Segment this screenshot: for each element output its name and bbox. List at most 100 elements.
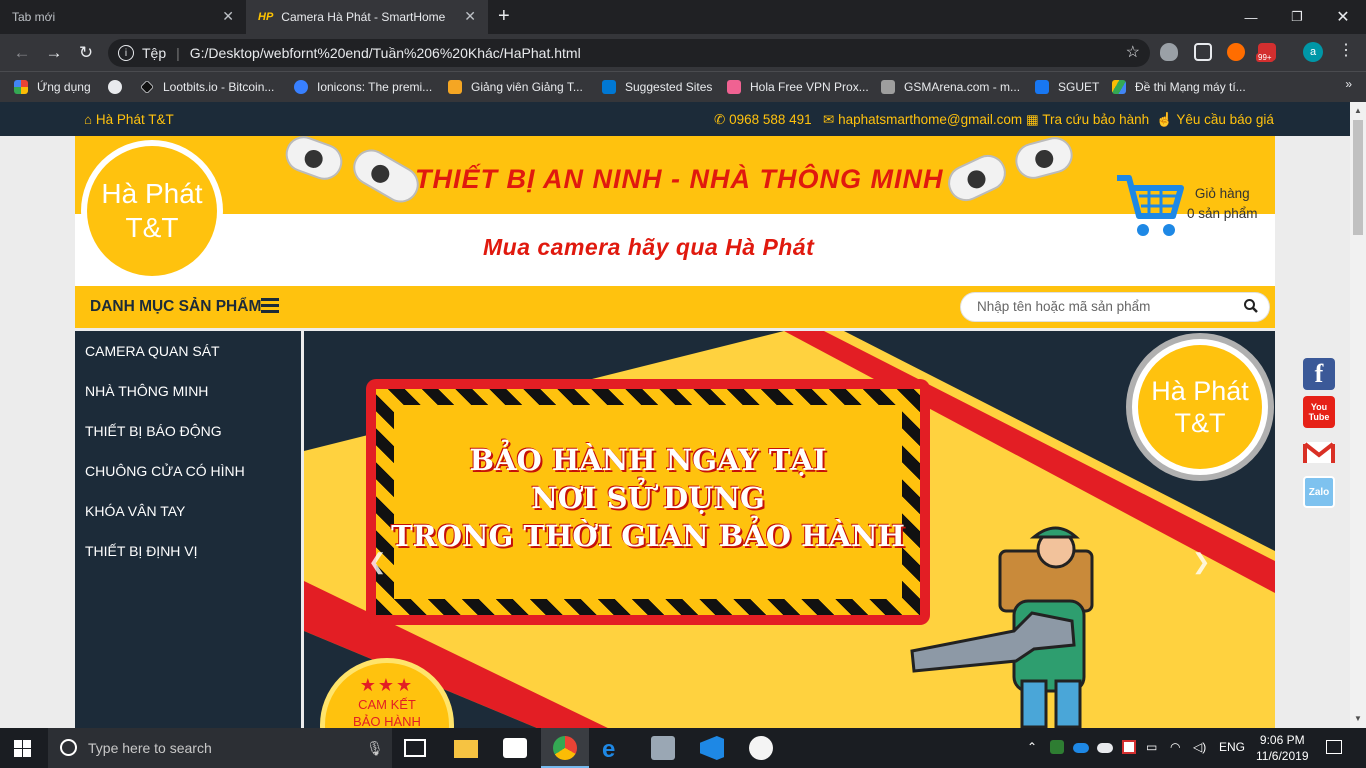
zalo-icon[interactable]: Zalo <box>1303 476 1335 508</box>
camera-extension-icon[interactable] <box>1194 43 1212 61</box>
windows-start-icon[interactable] <box>14 740 31 757</box>
shield-extension-icon[interactable] <box>1160 43 1178 61</box>
bookmark-gsmarena[interactable]: GSMArena.com - m... <box>881 76 1020 98</box>
forward-icon[interactable]: → <box>42 41 66 65</box>
slider-next-icon[interactable]: ❯ <box>1192 549 1210 575</box>
battery-icon[interactable]: ▭ <box>1146 740 1157 754</box>
scroll-down-icon[interactable]: ▼ <box>1354 714 1362 723</box>
taskbar-search[interactable]: Type here to search 🎙 <box>48 728 392 768</box>
bing-icon <box>602 80 616 94</box>
menu-kebab-icon[interactable]: ⋮ <box>1338 40 1354 60</box>
header-slogan: THIẾT BỊ AN NINH - NHÀ THÔNG MINH <box>415 164 944 194</box>
back-icon[interactable]: ← <box>10 41 34 65</box>
reload-icon[interactable]: ↻ <box>74 41 98 65</box>
slider-prev-icon[interactable]: ❮ <box>368 549 386 575</box>
vscode-icon[interactable] <box>700 736 724 760</box>
gmail-icon[interactable] <box>1303 436 1335 468</box>
bookmarks-overflow-icon[interactable]: » <box>1345 77 1352 91</box>
scrollbar-thumb[interactable] <box>1353 120 1363 235</box>
store-icon[interactable] <box>503 738 527 758</box>
tab-label: Camera Hà Phát - SmartHome <box>281 10 446 24</box>
volume-icon[interactable]: ◁) <box>1193 740 1206 754</box>
banner-line: NƠI SỬ DỤNG <box>531 481 765 515</box>
bookmark-globe[interactable] <box>108 76 131 98</box>
task-view-icon[interactable] <box>404 739 426 757</box>
category-video-doorbell[interactable]: CHUÔNG CỬA CÓ HÌNH <box>85 463 245 479</box>
page-scrollbar[interactable]: ▲ ▼ <box>1350 102 1366 728</box>
paint-icon[interactable] <box>749 736 773 760</box>
email-link[interactable]: ✉ haphatsmarthome@gmail.com <box>823 112 1022 128</box>
bookmark-apps[interactable]: Ứng dụng <box>14 76 91 98</box>
youtube-icon[interactable]: You Tube <box>1303 396 1335 428</box>
profile-avatar[interactable]: a <box>1303 42 1323 62</box>
cart-summary[interactable]: Giỏ hàng 0 sản phẩm <box>1187 184 1258 224</box>
category-fingerprint-lock[interactable]: KHÓA VÂN TAY <box>85 503 185 519</box>
site-home-link[interactable]: ⌂ Hà Phát T&T <box>84 112 174 127</box>
category-camera[interactable]: CAMERA QUAN SÁT <box>85 343 220 359</box>
taskbar-clock[interactable]: 9:06 PM 11/6/2019 <box>1256 732 1309 764</box>
adblock-extension-icon[interactable]: 99+ <box>1256 43 1276 62</box>
globe-icon <box>108 80 122 94</box>
search-input[interactable] <box>977 299 1237 314</box>
bookmark-de-thi[interactable]: Đề thi Mạng máy tí... <box>1112 76 1246 98</box>
tab-new[interactable]: Tab mới ✕ <box>0 0 246 34</box>
ionicons-icon <box>294 80 308 94</box>
phone-link[interactable]: ✆ 0968 588 491 <box>714 112 812 128</box>
favicon-icon: HP <box>258 11 274 23</box>
antivirus-icon[interactable] <box>1122 740 1136 754</box>
windows-taskbar: Type here to search 🎙 e ⌃ ▭ ◠ ◁) ENG 9:0… <box>0 728 1366 768</box>
language-indicator[interactable]: ENG <box>1219 740 1245 754</box>
calendar-icon: ▦ <box>1026 112 1039 127</box>
home-icon: ⌂ <box>84 112 93 127</box>
category-menu-toggle[interactable]: DANH MỤC SẢN PHẨM <box>90 298 261 316</box>
chrome-taskbar-button[interactable] <box>541 728 589 768</box>
shopping-cart-icon[interactable] <box>1115 172 1185 242</box>
file-explorer-icon[interactable] <box>454 740 478 758</box>
photos-icon[interactable] <box>651 736 675 760</box>
onedrive-icon[interactable] <box>1073 743 1089 753</box>
microphone-icon[interactable]: 🎙 <box>366 740 384 757</box>
close-icon[interactable]: ✕ <box>222 8 234 25</box>
hamburger-icon[interactable] <box>261 298 279 314</box>
search-icon[interactable] <box>1243 298 1259 316</box>
bookmark-sguet[interactable]: SGUET <box>1035 76 1099 98</box>
wifi-icon[interactable]: ◠ <box>1170 740 1180 754</box>
banner-slider[interactable]: BẢO HÀNH NGAY TẠI NƠI SỬ DỤNG TRONG THỜI… <box>304 331 1275 728</box>
gsmarena-icon <box>881 80 895 94</box>
defender-icon[interactable] <box>1050 740 1064 754</box>
bookmark-giang-vien[interactable]: Giảng viên Giảng T... <box>448 76 583 98</box>
facebook-icon[interactable]: f <box>1303 358 1335 390</box>
site-header: Hà Phát T&T THIẾT BỊ AN NINH - NHÀ THÔNG… <box>75 131 1275 286</box>
onedrive-personal-icon[interactable] <box>1097 743 1113 753</box>
chrome-icon <box>553 736 577 760</box>
bookmark-star-icon[interactable]: ☆ <box>1126 42 1140 62</box>
close-icon[interactable]: ✕ <box>464 8 476 25</box>
new-tab-icon[interactable]: + <box>498 5 510 28</box>
site-logo[interactable]: Hà Phát T&T <box>81 140 223 282</box>
browser-tab-bar: Tab mới ✕ HP Camera Hà Phát - SmartHome … <box>0 0 1366 34</box>
warranty-lookup-link[interactable]: ▦ Tra cứu bảo hành <box>1026 112 1149 128</box>
restore-icon[interactable]: ❐ <box>1274 0 1320 34</box>
tray-overflow-icon[interactable]: ⌃ <box>1027 740 1037 754</box>
quote-request-link[interactable]: ☝ Yêu cầu báo giá <box>1156 112 1274 128</box>
category-alarm[interactable]: THIẾT BỊ BÁO ĐỘNG <box>85 423 222 439</box>
edge-icon[interactable]: e <box>602 736 626 763</box>
category-sidebar: CAMERA QUAN SÁT NHÀ THÔNG MINH THIẾT BỊ … <box>75 331 301 728</box>
category-gps-tracker[interactable]: THIẾT BỊ ĐỊNH VỊ <box>85 543 198 559</box>
banner-logo: Hà Phát T&T <box>1126 333 1274 481</box>
bookmark-ionicons[interactable]: Ionicons: The premi... <box>294 76 432 98</box>
bookmark-hola[interactable]: Hola Free VPN Prox... <box>727 76 869 98</box>
minimize-icon[interactable]: — <box>1228 0 1274 34</box>
bookmark-suggested-sites[interactable]: Suggested Sites <box>602 76 712 98</box>
address-bar[interactable]: i Tệp | G:/Desktop/webfornt%20end/Tuần%2… <box>108 39 1150 67</box>
tab-ha-phat[interactable]: HP Camera Hà Phát - SmartHome ✕ <box>246 0 488 34</box>
scroll-up-icon[interactable]: ▲ <box>1354 106 1362 115</box>
banner-line: TRONG THỜI GIAN BẢO HÀNH <box>391 519 905 553</box>
url-text[interactable]: G:/Desktop/webfornt%20end/Tuần%206%20Khá… <box>190 45 581 61</box>
fire-extension-icon[interactable] <box>1227 43 1245 61</box>
category-smart-home[interactable]: NHÀ THÔNG MINH <box>85 383 208 399</box>
info-icon[interactable]: i <box>118 45 134 61</box>
close-window-icon[interactable]: ✕ <box>1320 0 1366 34</box>
bookmark-lootbits[interactable]: Lootbits.io - Bitcoin... <box>140 76 274 98</box>
notifications-icon[interactable] <box>1326 740 1342 754</box>
